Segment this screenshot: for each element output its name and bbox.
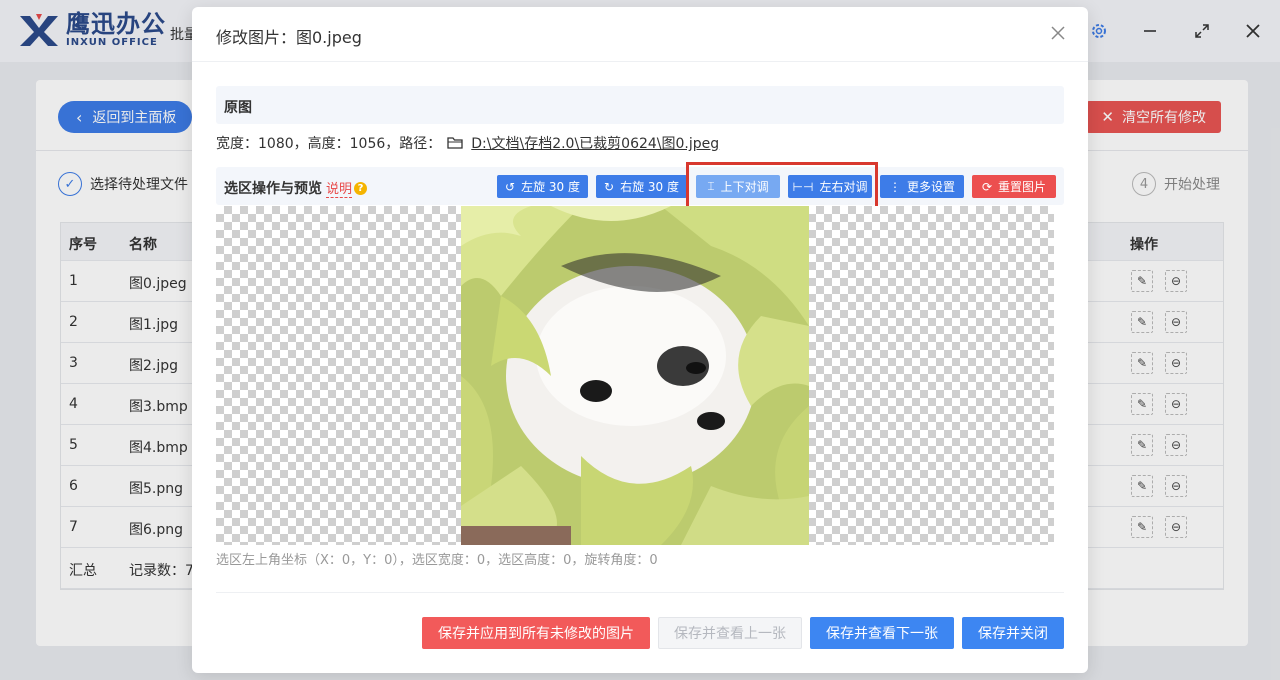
ops-label: 选区操作与预览 说明 ?	[224, 178, 368, 198]
rotate-right-icon: ↻	[604, 179, 615, 194]
rotate-left-label: 左旋 30 度	[521, 180, 580, 194]
refresh-icon: ⟳	[981, 179, 993, 194]
more-settings-button[interactable]: ⋮ 更多设置	[880, 175, 964, 198]
dialog-close-icon[interactable]	[1046, 21, 1070, 45]
explain-link[interactable]: 说明	[326, 178, 353, 198]
original-section-header: 原图	[216, 86, 1064, 124]
rotate-right-button[interactable]: ↻ 右旋 30 度	[596, 175, 687, 198]
image-preview-canvas[interactable]	[216, 206, 1054, 545]
footer-divider	[216, 592, 1064, 593]
save-apply-all-button[interactable]: 保存并应用到所有未修改的图片	[422, 617, 650, 649]
image-dimensions: 宽度：1080，高度：1056，路径：	[216, 136, 442, 152]
rotate-left-button[interactable]: ↺ 左旋 30 度	[497, 175, 588, 198]
more-settings-label: 更多设置	[906, 180, 955, 194]
edit-image-dialog: 修改图片：图0.jpeg 原图 宽度：1080，高度：1056，路径： D:\文…	[192, 7, 1088, 673]
reset-image-label: 重置图片	[998, 180, 1047, 194]
dialog-header: 修改图片：图0.jpeg	[192, 7, 1088, 62]
preview-image	[461, 206, 809, 545]
ops-label-text: 选区操作与预览	[224, 181, 322, 197]
save-and-close-button[interactable]: 保存并关闭	[962, 617, 1064, 649]
rotate-right-label: 右旋 30 度	[620, 180, 679, 194]
save-view-previous-button[interactable]: 保存并查看上一张	[658, 617, 802, 649]
rotate-left-icon: ↺	[505, 179, 516, 194]
selection-coords-text: 选区左上角坐标（X：0，Y：0），选区宽度：0，选区高度：0，旋转角度：0	[216, 553, 658, 568]
flip-buttons-highlight	[686, 162, 878, 210]
image-path-link[interactable]: D:\文档\存档2.0\已裁剪0624\图0.jpeg	[471, 133, 719, 153]
selection-ops-toolbar: 选区操作与预览 说明 ? ↺ 左旋 30 度 ↻ 右旋 30 度 ⌶ 上下对调 …	[216, 167, 1064, 205]
image-info: 宽度：1080，高度：1056，路径： D:\文档\存档2.0\已裁剪0624\…	[216, 133, 719, 153]
folder-icon	[447, 137, 463, 149]
question-icon[interactable]: ?	[354, 181, 368, 195]
more-vertical-icon: ⋮	[888, 179, 901, 194]
dialog-title: 修改图片：图0.jpeg	[216, 28, 362, 47]
save-view-next-button[interactable]: 保存并查看下一张	[810, 617, 954, 649]
reset-image-button[interactable]: ⟳ 重置图片	[972, 175, 1056, 198]
